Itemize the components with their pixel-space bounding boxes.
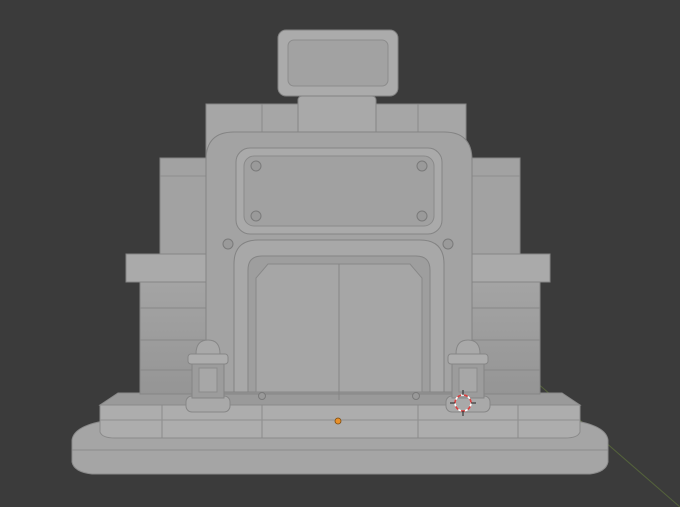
- door[interactable]: [255, 263, 423, 400]
- 3d-viewport[interactable]: [0, 0, 680, 507]
- origin-point-icon[interactable]: [334, 417, 342, 425]
- viewport-canvas[interactable]: [0, 0, 680, 507]
- base-platform[interactable]: [71, 392, 609, 475]
